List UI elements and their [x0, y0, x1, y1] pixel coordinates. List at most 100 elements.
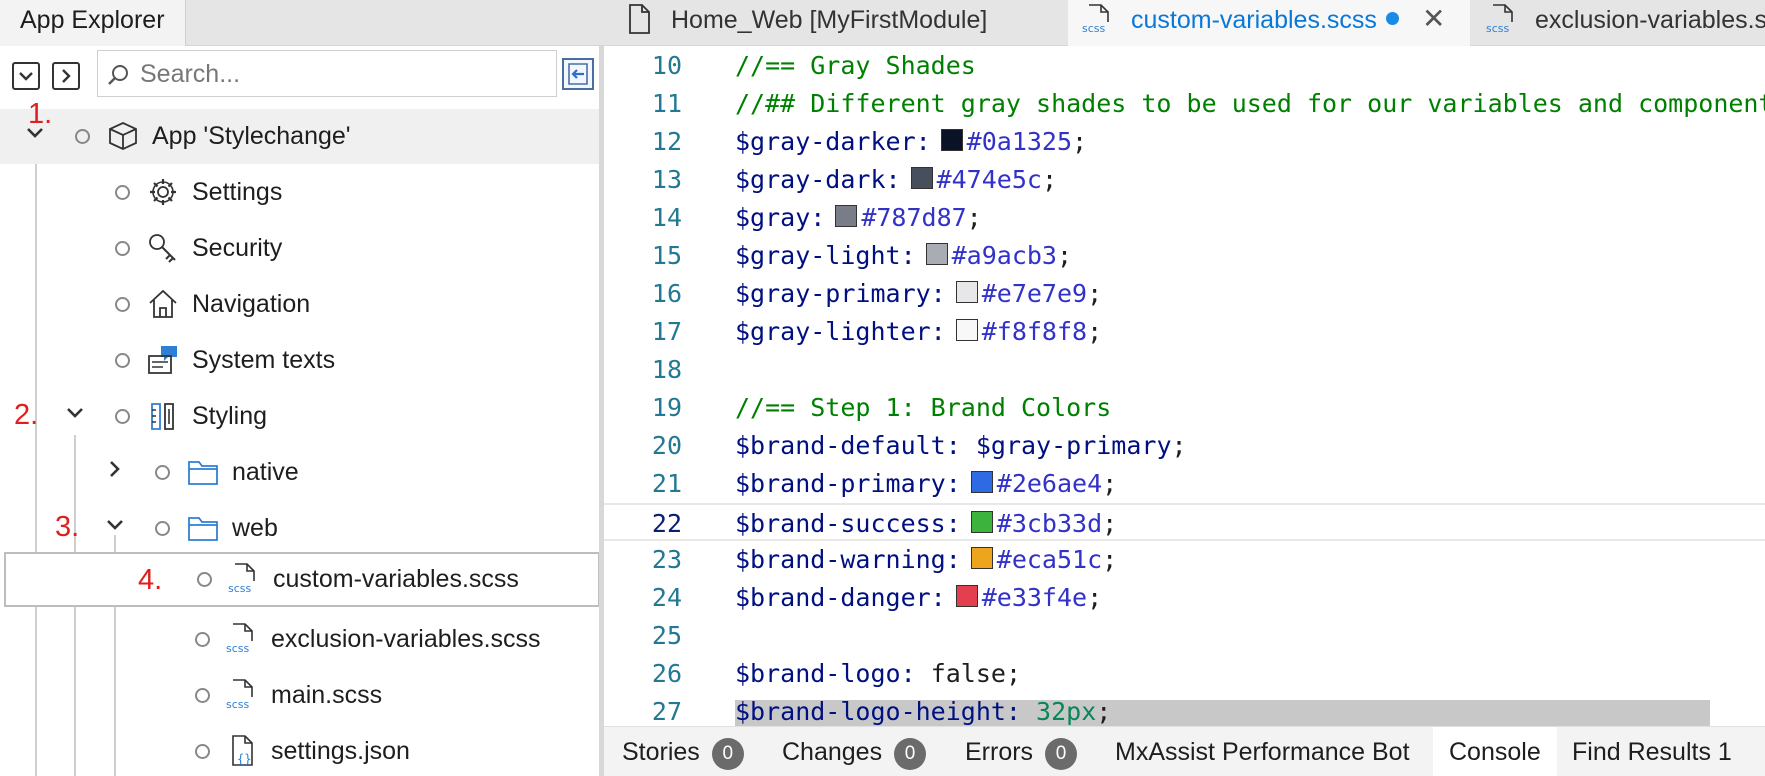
- code-line[interactable]: 23 $brand-warning: #eca51c;: [604, 541, 1765, 579]
- tab-home-web[interactable]: Home_Web [MyFirstModule]: [612, 0, 1067, 46]
- color-swatch[interactable]: [970, 511, 993, 533]
- tree-item-settings-json[interactable]: {} settings.json: [0, 724, 599, 776]
- color-swatch[interactable]: [955, 281, 978, 303]
- tab-custom-variables[interactable]: scss custom-variables.scss ✕: [1068, 0, 1470, 46]
- tree-item-settings[interactable]: Settings: [0, 165, 599, 220]
- code-line[interactable]: 15 $gray-light: #a9acb3;: [604, 237, 1765, 275]
- scss-file-icon: scss: [1486, 4, 1520, 46]
- code-line[interactable]: 20 $brand-default: $gray-primary;: [604, 427, 1765, 465]
- annotation-marker: 3.: [55, 511, 80, 543]
- tree-item-custom-variables[interactable]: 4. scss custom-variables.scss: [4, 552, 599, 607]
- color-swatch[interactable]: [970, 471, 993, 493]
- scss-variable-name: $gray-light:: [735, 241, 916, 270]
- tab-errors[interactable]: Errors 0: [965, 727, 1078, 776]
- line-number: 16: [651, 279, 682, 308]
- line-number: 24: [651, 583, 682, 612]
- code-line[interactable]: 16 $gray-primary: #e7e7e9;: [604, 275, 1765, 313]
- svg-text:scss: scss: [228, 582, 252, 595]
- color-swatch[interactable]: [910, 167, 933, 189]
- color-swatch[interactable]: [970, 547, 993, 569]
- scss-variable-value: #f8f8f8: [981, 317, 1088, 346]
- tree-item-main-scss[interactable]: scss main.scss: [0, 668, 599, 723]
- code-editor[interactable]: 10 //== Gray Shades 11 //## Different gray …: [604, 46, 1765, 726]
- status-radio: [195, 632, 210, 647]
- status-radio: [155, 521, 170, 536]
- tree-item-exclusion-variables[interactable]: scss exclusion-variables.scss: [0, 612, 599, 667]
- scss-file-icon: scss: [228, 563, 262, 600]
- code-comment: //== Gray Shades: [735, 51, 976, 80]
- home-icon: [147, 288, 179, 325]
- scss-variable-name: $brand-primary:: [735, 469, 961, 498]
- code-line[interactable]: 18: [604, 351, 1765, 389]
- scss-variable-name: $brand-logo-height:: [735, 697, 1021, 726]
- code-line[interactable]: 27 $brand-logo-height: 32px;: [604, 693, 1765, 726]
- color-swatch[interactable]: [925, 243, 948, 265]
- color-swatch[interactable]: [955, 585, 978, 607]
- color-swatch[interactable]: [940, 129, 963, 151]
- code-line[interactable]: 13 $gray-dark: #474e5c;: [604, 161, 1765, 199]
- tree-item-label: native: [232, 458, 299, 486]
- code-line[interactable]: 19 //== Step 1: Brand Colors: [604, 389, 1765, 427]
- tree-item-app[interactable]: 1. App 'Stylechange': [0, 100, 599, 164]
- tree-item-label: settings.json: [271, 737, 410, 765]
- code-text: $gray-darker: #0a1325;: [735, 123, 1087, 161]
- expand-all-button[interactable]: [52, 62, 80, 90]
- status-radio: [155, 465, 170, 480]
- unsaved-changes-dot: [1386, 12, 1399, 25]
- scss-variable-value: #e7e7e9: [981, 279, 1088, 308]
- color-swatch[interactable]: [955, 319, 978, 341]
- tab-label: MxAssist Performance Bot: [1115, 738, 1410, 766]
- chevron-down-icon[interactable]: [102, 514, 128, 542]
- tree-item-web[interactable]: 3. web: [0, 501, 599, 556]
- color-swatch[interactable]: [835, 205, 858, 227]
- code-line[interactable]: 25: [604, 617, 1765, 655]
- code-line[interactable]: 12 $gray-darker: #0a1325;: [604, 123, 1765, 161]
- tree-item-security[interactable]: Security: [0, 221, 599, 276]
- tree-item-label: System texts: [192, 346, 336, 374]
- close-icon[interactable]: ✕: [1422, 0, 1445, 38]
- tab-console[interactable]: Console: [1433, 727, 1557, 776]
- tab-mxassist-performance-bot[interactable]: MxAssist Performance Bot: [1115, 727, 1410, 776]
- svg-text:scss: scss: [226, 698, 250, 711]
- code-line[interactable]: 14 $gray: #787d87;: [604, 199, 1765, 237]
- semicolon: ;: [1102, 545, 1118, 574]
- scss-variable-value: #474e5c: [936, 165, 1042, 194]
- line-number: 18: [651, 355, 682, 384]
- code-line[interactable]: 22 $brand-success: #3cb33d;: [604, 503, 1765, 541]
- code-line[interactable]: 17 $gray-lighter: #f8f8f8;: [604, 313, 1765, 351]
- search-input[interactable]: [140, 57, 540, 91]
- tab-changes[interactable]: Changes 0: [782, 727, 927, 776]
- collapse-all-button[interactable]: [12, 62, 40, 90]
- chevron-down-icon[interactable]: [22, 122, 48, 150]
- tab-find-results[interactable]: Find Results 1: [1572, 727, 1732, 776]
- status-radio: [115, 297, 130, 312]
- tab-stories[interactable]: Stories 0: [622, 727, 744, 776]
- tree-item-label: App 'Stylechange': [152, 122, 351, 150]
- line-number: 13: [651, 165, 682, 194]
- sync-selection-button[interactable]: [562, 58, 594, 90]
- page-icon: [628, 4, 650, 46]
- semicolon: ;: [1102, 509, 1118, 538]
- tree-item-system-texts[interactable]: System texts: [0, 333, 599, 388]
- search-box[interactable]: [97, 50, 557, 97]
- tab-exclusion-variables[interactable]: scss exclusion-variables.scss: [1470, 0, 1765, 46]
- folder-icon: [187, 456, 219, 493]
- code-text: $brand-logo-height: 32px;: [735, 693, 1111, 726]
- scss-variable-value: #0a1325: [966, 127, 1073, 156]
- code-line[interactable]: 26 $brand-logo: false;: [604, 655, 1765, 693]
- scss-variable-name: $brand-default:: [735, 431, 961, 460]
- tree-item-styling[interactable]: 2. Styling: [0, 389, 599, 444]
- line-number: 19: [651, 393, 682, 422]
- code-line[interactable]: 21 $brand-primary: #2e6ae4;: [604, 465, 1765, 503]
- tree-item-label: Styling: [192, 402, 268, 430]
- code-line[interactable]: 24 $brand-danger: #e33f4e;: [604, 579, 1765, 617]
- chevron-down-icon[interactable]: [62, 402, 88, 430]
- tree-item-native[interactable]: native: [0, 445, 599, 500]
- tree-item-navigation[interactable]: Navigation: [0, 277, 599, 332]
- code-line[interactable]: 11 //## Different gray shades to be used …: [604, 85, 1765, 123]
- chevron-right-icon[interactable]: [102, 458, 128, 486]
- code-line[interactable]: 10 //== Gray Shades: [604, 47, 1765, 85]
- tree-item-label: Navigation: [192, 290, 311, 318]
- scss-variable-value: $gray-primary: [975, 431, 1172, 460]
- scss-variable-name: $brand-success:: [735, 509, 961, 538]
